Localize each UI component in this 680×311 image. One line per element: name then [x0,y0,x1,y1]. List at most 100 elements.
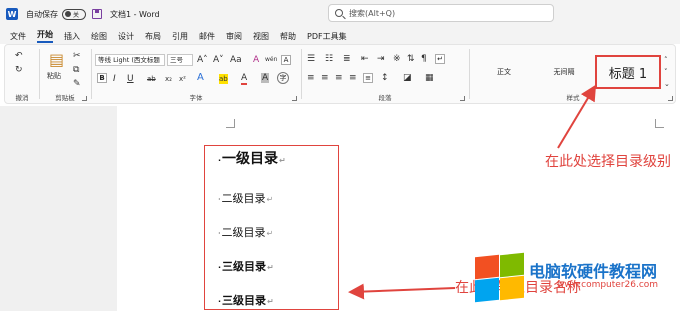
menu-home[interactable]: 开始 [37,29,53,43]
ribbon-separator [91,49,92,99]
word-app-icon: W [6,8,18,20]
sort-icon[interactable]: ⇅ [407,54,415,64]
menu-file[interactable]: 文件 [10,31,26,42]
cut-icon[interactable]: ✂ [73,51,81,61]
menu-help[interactable]: 帮助 [280,31,296,42]
align-right-icon[interactable]: ≡ [335,73,343,83]
font-name-combo[interactable]: 等线 Light (西文标题 [95,54,165,66]
toc-line-level-1[interactable]: ·一级目录↵ [218,148,286,168]
change-case-button[interactable]: Aa [230,55,242,65]
undo-group-label: 撤消 [15,94,29,102]
toc-bullet: · [218,156,222,165]
styles-scroll-down-icon[interactable]: ˅ [664,67,668,77]
menu-review[interactable]: 审阅 [226,31,242,42]
margin-corner-mark-left [226,119,235,128]
toc-line-text: 三级目录 [222,294,267,307]
ribbon-separator [301,49,302,99]
toc-bullet: · [218,195,221,204]
clipboard-launcher-icon[interactable] [82,96,87,101]
distributed-icon[interactable]: ≡ [363,73,373,83]
menu-design[interactable]: 设计 [118,31,134,42]
menu-mailings[interactable]: 邮件 [199,31,215,42]
toc-line-level-2[interactable]: ·二级目录↵ [218,190,273,206]
toc-bullet: · [218,263,222,272]
align-center-icon[interactable]: ≡ [321,73,329,83]
highlight-button[interactable]: ab [219,74,228,84]
search-box[interactable]: 搜索(Alt+Q) [328,4,554,22]
paragraph-launcher-icon[interactable] [460,96,465,101]
undo-icon[interactable]: ↶ [15,51,23,61]
toc-line-text: 三级目录 [222,260,267,273]
style-heading-1[interactable]: 标题 1 [595,55,661,89]
bold-button[interactable]: B [97,73,107,83]
strikethrough-button[interactable]: ab [147,74,156,84]
style-no-spacing[interactable]: 无间隔 [535,55,593,89]
menu-pdf-tools[interactable]: PDF工具集 [307,31,347,42]
decrease-indent-icon[interactable]: ⇤ [361,54,369,64]
enclose-char-button[interactable]: 字 [277,72,289,84]
menu-view[interactable]: 视图 [253,31,269,42]
paragraph-mark: ↵ [266,229,274,238]
phonetic-guide-button[interactable]: wén [265,55,277,65]
paragraph-mark: ↵ [267,297,274,306]
shrink-font-button[interactable]: A˅ [213,55,224,65]
underline-button[interactable]: U [127,74,134,84]
bullets-icon[interactable]: ☰ [307,54,315,64]
paragraph-mark: ↵ [279,156,286,165]
ribbon-separator [39,49,40,99]
format-painter-icon[interactable]: ✎ [73,79,81,89]
watermark-url: www.computer26.com [557,280,659,290]
font-size-combo[interactable]: 三号 [167,54,193,66]
grow-font-button[interactable]: A˄ [197,55,208,65]
styles-launcher-icon[interactable] [668,96,673,101]
style-normal[interactable]: 正文 [475,55,533,89]
multilevel-list-icon[interactable]: ≣ [343,54,351,64]
menu-references[interactable]: 引用 [172,31,188,42]
toc-line-level-2[interactable]: ·二级目录↵ [218,224,273,240]
menu-insert[interactable]: 插入 [64,31,80,42]
line-spacing-icon[interactable]: ↕ [381,73,389,83]
annotation-select-level: 在此处选择目录级别 [545,154,671,170]
paste-icon[interactable]: ▤ [49,51,64,69]
title-bar: W 自动保存 关 文档1 - Word 搜索(Alt+Q) [0,0,680,28]
menu-layout[interactable]: 布局 [145,31,161,42]
clear-format-button[interactable]: A [253,55,259,65]
autosave-label: 自动保存 [26,9,58,19]
toc-line-text: 二级目录 [221,192,266,205]
undo-group: ↶ ↻ 撤消 [7,47,37,103]
paste-label[interactable]: 粘贴 [47,71,61,81]
font-group-label: 字体 [189,94,203,102]
superscript-button[interactable]: x² [179,74,186,84]
toc-line-level-3[interactable]: ·三级目录↵ [218,292,274,308]
paragraph-group-label: 段落 [378,94,392,102]
save-icon[interactable] [92,9,102,19]
toc-line-level-3[interactable]: ·三级目录↵ [218,258,274,274]
ruby-icon[interactable]: ↵ [435,54,445,64]
subscript-button[interactable]: x₂ [165,74,172,84]
paragraph-group: ☰ ☷ ≣ ⇤ ⇥ ※ ⇅ ¶ ↵ ≡ ≡ ≡ ≡ ≡ ↕ ◪ ▦ 段落 [303,47,467,103]
paragraph-mark: ↵ [266,195,274,204]
redo-icon[interactable]: ↻ [15,65,23,75]
margin-corner-mark-right [655,119,664,128]
align-left-icon[interactable]: ≡ [307,73,315,83]
font-color-button[interactable]: A [241,73,248,85]
char-shading-button[interactable]: A [261,73,270,83]
chinese-layout-icon[interactable]: ※ [393,54,401,64]
char-border-button[interactable]: A [281,55,291,65]
shading-icon[interactable]: ◪ [403,73,412,83]
borders-icon[interactable]: ▦ [425,73,434,83]
justify-icon[interactable]: ≡ [349,73,357,83]
copy-icon[interactable]: ⧉ [73,65,79,75]
autosave-toggle[interactable]: 关 [62,8,86,20]
italic-button[interactable]: I [113,74,116,84]
watermark: 电脑软硬件教程网 www.computer26.com [473,252,680,308]
styles-scroll-up-icon[interactable]: ˄ [664,55,668,65]
text-effects-button[interactable]: A [197,73,204,83]
show-marks-icon[interactable]: ¶ [421,54,427,64]
increase-indent-icon[interactable]: ⇥ [377,54,385,64]
font-launcher-icon[interactable] [292,96,297,101]
styles-more-icon[interactable]: ⌄ [664,79,670,89]
menu-draw[interactable]: 绘图 [91,31,107,42]
autosave-state: 关 [73,11,80,19]
numbering-icon[interactable]: ☷ [325,54,333,64]
